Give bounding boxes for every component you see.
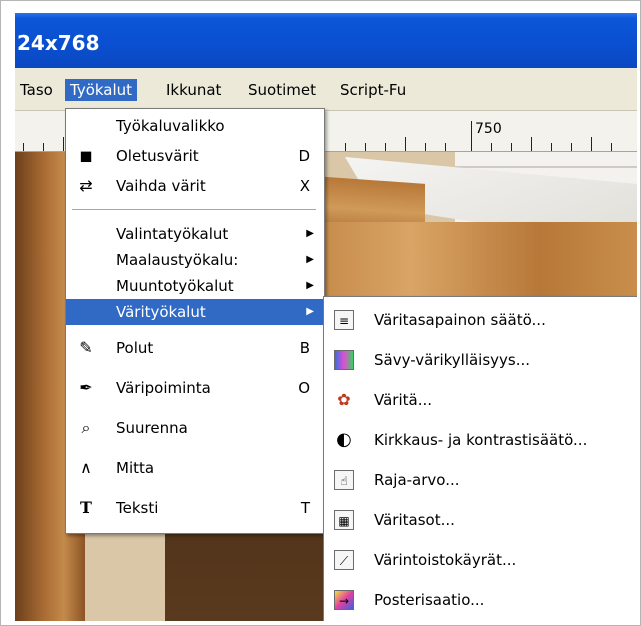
measure-icon: ∧ [80, 458, 92, 477]
submenu-item-label: Väritasot... [374, 511, 455, 529]
submenu-arrow-icon: ▶ [306, 280, 314, 291]
ruler-tick [63, 137, 64, 151]
ruler-tick [365, 143, 366, 151]
submenu-item-label: Sävy-värikylläisyys... [374, 351, 531, 369]
ruler-tick [591, 137, 592, 151]
color-balance-icon: ≡ [334, 310, 354, 330]
submenu-item-label: Väritasapainon säätö... [374, 311, 546, 329]
gimp-window: 24x768 Taso Työkalut Ikkunat Suotimet Sc… [15, 13, 637, 621]
menu-script-fu[interactable]: Script-Fu [335, 79, 411, 101]
submenu-item-color-balance[interactable]: ≡ Väritasapainon säätö... [324, 301, 637, 339]
menu-item-paint-tools[interactable]: Maalaustyökalu: ▶ [66, 247, 324, 273]
menu-separator [72, 209, 316, 211]
menu-item-transform-tools[interactable]: Muuntotyökalut ▶ [66, 273, 324, 299]
ruler-tick [405, 137, 406, 151]
menu-item-label: Maalaustyökalu: [116, 251, 239, 269]
menu-item-measure[interactable]: ∧ Mitta [66, 455, 324, 481]
shortcut-label: D [298, 147, 310, 165]
ruler-tick [385, 143, 386, 151]
ruler-tick [571, 143, 572, 151]
color-picker-icon: ✒ [79, 378, 93, 397]
paths-icon: ✎ [79, 338, 93, 357]
ruler-tick [531, 137, 532, 151]
shortcut-label: B [299, 339, 310, 357]
menu-item-label: Muuntotyökalut [116, 277, 234, 295]
ruler-tick [511, 143, 512, 151]
colorize-icon: ✿ [337, 390, 351, 409]
submenu-item-brightness-contrast[interactable]: ◐ Kirkkaus- ja kontrastisäätö... [324, 421, 637, 459]
menu-item-paths[interactable]: ✎ Polut B [66, 335, 324, 361]
submenu-item-label: Raja-arvo... [374, 471, 460, 489]
ruler-tick [551, 143, 552, 151]
menu-item-label: Vaihda värit [116, 177, 206, 195]
brightness-contrast-icon: ◐ [336, 429, 352, 450]
ruler-tick [425, 143, 426, 151]
ruler-tick [445, 143, 446, 151]
menu-item-text[interactable]: T Teksti T [66, 495, 324, 521]
default-colors-icon: ◼ [79, 146, 93, 165]
submenu-item-levels[interactable]: ▦ Väritasot... [324, 501, 637, 539]
threshold-icon: ☝ [334, 470, 354, 490]
menu-tyokalut[interactable]: Työkalut [65, 79, 138, 101]
submenu-arrow-icon: ▶ [306, 228, 314, 239]
window-title: 24x768 [17, 31, 100, 55]
hue-saturation-icon [334, 350, 354, 370]
tools-menu: Työkaluvalikko ◼ Oletusvärit D ⇄ Vaihda … [65, 108, 325, 534]
menu-taso[interactable]: Taso [15, 79, 58, 101]
menu-item-label: Suurenna [116, 419, 188, 437]
submenu-item-curves[interactable]: ⟋ Värintoistokäyrät... [324, 541, 637, 579]
title-bar[interactable]: 24x768 [15, 13, 637, 68]
menu-ikkunat[interactable]: Ikkunat [161, 79, 226, 101]
menu-item-color-tools[interactable]: Värityökalut ▶ [66, 299, 324, 325]
submenu-item-label: Kirkkaus- ja kontrastisäätö... [374, 431, 588, 449]
submenu-item-hue-saturation[interactable]: Sävy-värikylläisyys... [324, 341, 637, 379]
menu-item-label: Oletusvärit [116, 147, 199, 165]
menu-item-toolbox[interactable]: Työkaluvalikko [66, 113, 324, 139]
ruler-tick [611, 143, 612, 151]
menu-item-color-picker[interactable]: ✒ Väripoiminta O [66, 375, 324, 401]
magnify-icon: ⌕ [81, 418, 91, 437]
ruler-tick [23, 143, 24, 151]
menu-item-label: Teksti [116, 499, 159, 517]
menu-item-label: Polut [116, 339, 154, 357]
levels-icon: ▦ [334, 510, 354, 530]
ruler-tick [43, 143, 44, 151]
menu-item-swap-colors[interactable]: ⇄ Vaihda värit X [66, 173, 324, 199]
submenu-item-label: Posterisaatio... [374, 591, 485, 609]
submenu-item-colorize[interactable]: ✿ Väritä... [324, 381, 637, 419]
menu-bar: Taso Työkalut Ikkunat Suotimet Script-Fu [15, 68, 637, 111]
menu-item-label: Väripoiminta [116, 379, 211, 397]
menu-item-magnify[interactable]: ⌕ Suurenna [66, 415, 324, 441]
menu-item-selection-tools[interactable]: Valintatyökalut ▶ [66, 221, 324, 247]
submenu-arrow-icon: ▶ [306, 254, 314, 265]
submenu-item-threshold[interactable]: ☝ Raja-arvo... [324, 461, 637, 499]
menu-suotimet[interactable]: Suotimet [243, 79, 321, 101]
menu-item-label: Värityökalut [116, 303, 206, 321]
ruler-tick [491, 143, 492, 151]
menu-item-label: Mitta [116, 459, 155, 477]
menu-item-label: Valintatyökalut [116, 225, 229, 243]
shortcut-label: X [299, 177, 310, 195]
posterize-icon: → [334, 590, 354, 610]
submenu-arrow-icon: ▶ [306, 306, 314, 317]
swap-colors-icon: ⇄ [79, 176, 93, 195]
menu-item-label: Työkaluvalikko [116, 117, 225, 135]
submenu-item-label: Väritä... [374, 391, 433, 409]
submenu-item-posterize[interactable]: → Posterisaatio... [324, 581, 637, 619]
shortcut-label: O [298, 379, 310, 397]
ruler-label: 750 [475, 121, 502, 137]
shortcut-label: T [300, 499, 310, 517]
text-icon: T [80, 498, 92, 517]
menu-item-default-colors[interactable]: ◼ Oletusvärit D [66, 143, 324, 169]
curves-icon: ⟋ [334, 550, 354, 570]
color-tools-submenu: ≡ Väritasapainon säätö... Sävy-värikyllä… [323, 296, 637, 621]
ruler-tick [345, 143, 346, 151]
ruler-tick [471, 121, 472, 151]
screenshot-frame: 24x768 Taso Työkalut Ikkunat Suotimet Sc… [0, 0, 641, 626]
submenu-item-label: Värintoistokäyrät... [374, 551, 517, 569]
